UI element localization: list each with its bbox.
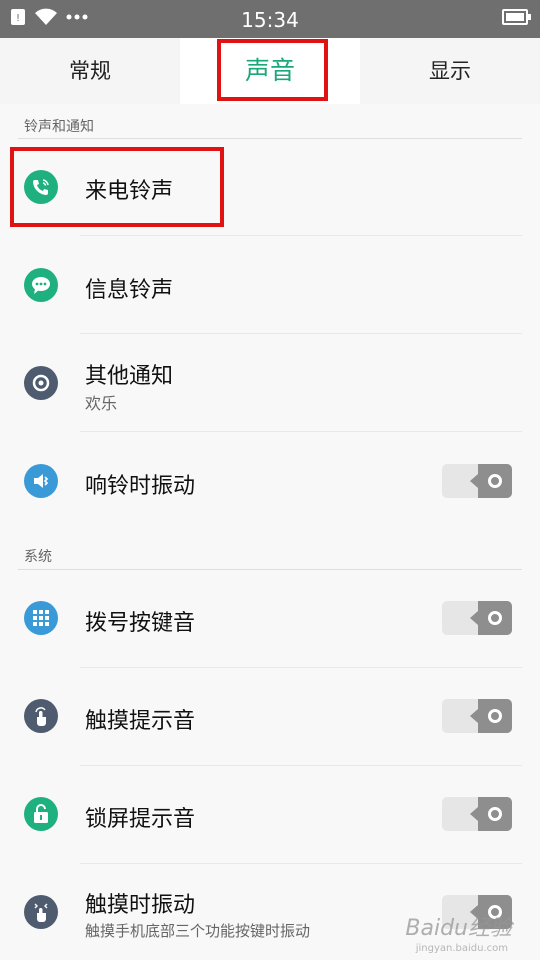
list-item-subtitle: 欢乐 xyxy=(85,394,118,413)
battery-icon xyxy=(502,9,531,25)
list-item-subtitle: 触摸手机底部三个功能按键时振动 xyxy=(85,922,311,940)
row-divider xyxy=(80,765,522,766)
list-item-label: 锁屏提示音 xyxy=(85,807,196,832)
row-divider xyxy=(80,431,522,432)
vibrate-on-ring-toggle[interactable] xyxy=(442,464,512,498)
toggle-knob xyxy=(470,797,512,831)
status-time: 15:34 xyxy=(241,8,299,32)
dialpad-icon xyxy=(24,601,58,635)
highlight-box-tab xyxy=(217,39,328,101)
section-title-ringtones: 铃声和通知 xyxy=(24,119,94,135)
list-item-label: 其他通知 xyxy=(85,364,174,389)
highlight-box-row xyxy=(10,147,224,227)
touch-tone-toggle[interactable] xyxy=(442,699,512,733)
watermark-logo: Baidu经验 xyxy=(405,916,512,941)
dialpad-tone-toggle[interactable] xyxy=(442,601,512,635)
section-divider xyxy=(18,569,522,570)
toggle-knob xyxy=(470,464,512,498)
list-item-label: 触摸时振动 xyxy=(85,893,196,918)
list-item-label: 信息铃声 xyxy=(85,278,174,303)
speaker-icon xyxy=(24,366,58,400)
watermark-url: jingyan.baidu.com xyxy=(415,943,508,954)
touch-vibrate-icon xyxy=(24,895,58,929)
toggle-knob xyxy=(470,601,512,635)
lockscreen-tone-toggle[interactable] xyxy=(442,797,512,831)
lock-icon xyxy=(24,797,58,831)
row-divider xyxy=(80,667,522,668)
chat-bubble-icon xyxy=(24,268,58,302)
row-divider xyxy=(80,235,522,236)
tab-general[interactable]: 常规 xyxy=(0,38,180,104)
row-divider xyxy=(80,863,522,864)
touch-hand-icon xyxy=(24,699,58,733)
tab-display[interactable]: 显示 xyxy=(360,38,540,104)
vibrate-speaker-icon xyxy=(24,464,58,498)
list-item-label: 拨号按键音 xyxy=(85,611,196,636)
list-item-label: 响铃时振动 xyxy=(85,474,196,499)
section-title-system: 系统 xyxy=(24,549,52,565)
section-divider xyxy=(18,138,522,139)
row-divider xyxy=(80,333,522,334)
list-item-label: 触摸提示音 xyxy=(85,709,196,734)
toggle-knob xyxy=(470,699,512,733)
status-bar: ! 15:34 xyxy=(0,0,540,38)
